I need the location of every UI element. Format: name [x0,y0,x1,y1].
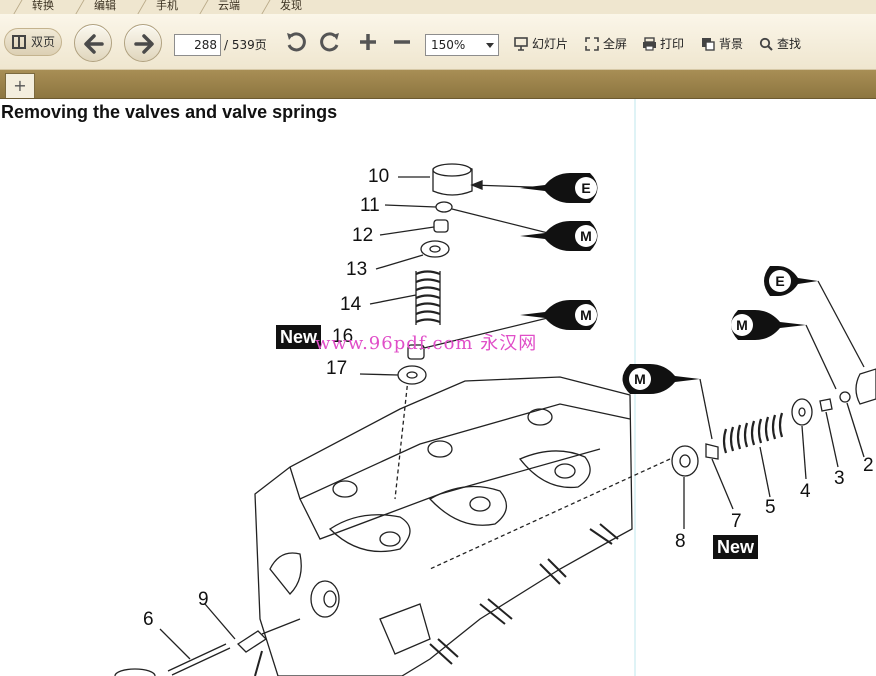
part-4-retainer [791,398,813,426]
dual-page-icon [12,35,26,49]
part-5-spring [722,412,784,454]
part-14-spring [415,270,441,325]
lube-symbol-m-3-label: M [634,371,646,387]
part-11-shim [435,201,453,213]
background-icon [702,38,715,51]
lube-symbol-m-1-label: M [580,228,592,244]
page-total: / 539页 [224,38,267,52]
toolbar: 双页 / 539页 150% 幻灯片 [0,14,876,70]
menu-tab-edit[interactable]: 编辑 [78,0,116,14]
part-6-valve [167,643,231,676]
callout-17: 17 [326,358,348,379]
printer-icon [643,37,656,51]
new-badge-7: New [713,535,759,559]
lube-symbol-e-right [764,266,818,296]
menu-tab-convert[interactable]: 转换 [16,0,54,14]
part-8-seat [671,445,699,477]
previous-page-button[interactable] [74,24,112,62]
rotate-right-icon[interactable] [318,30,342,54]
find-button[interactable]: 查找 [759,36,801,52]
part-9-guide [236,630,268,653]
callout-14: 14 [340,294,362,315]
dual-page-label: 双页 [31,35,56,49]
fullscreen-label: 全屏 [603,37,628,51]
next-page-button[interactable] [124,24,162,62]
part-2-shim [839,391,851,403]
callout-8: 8 [675,531,686,552]
slideshow-button[interactable]: 幻灯片 [514,36,568,52]
zoom-select[interactable]: 150% [425,34,499,56]
menu-tab-mobile[interactable]: 手机 [140,0,178,14]
menu-tab-discover[interactable]: 发现 [264,0,302,14]
menu-bar: 转换 编辑 手机 云端 发现 [0,0,876,14]
part-7-seal [705,443,719,460]
lube-symbol-e-right-label: E [775,273,784,289]
fullscreen-icon [585,37,599,51]
part-12-keepers [433,219,449,233]
part-1-tappet [855,368,876,405]
callout-7: 7 [731,511,742,532]
print-button[interactable]: 打印 [642,36,684,52]
callout-10: 10 [368,166,390,187]
lube-symbol-e-top-label: E [581,180,590,196]
lube-symbol-m-4-label: M [736,317,748,333]
arrow-right-icon [134,34,154,54]
part-3-keepers [819,398,833,412]
document-tab-strip: + [0,70,876,99]
callout-4: 4 [800,481,811,502]
zoom-value: 150% [431,38,466,52]
watermark: www.96pdf.com 永汉网 [315,333,538,354]
valve-exploded-diagram: E M M M E M [114,163,876,676]
cylinder-head-outline [254,376,633,676]
zoom-in-icon[interactable] [356,30,380,54]
part-17-seat [397,365,427,385]
callout-5: 5 [765,497,776,518]
callout-11: 11 [360,195,380,216]
arrow-left-icon [84,34,104,54]
callout-6: 6 [143,609,154,630]
print-label: 打印 [660,37,685,51]
lube-symbol-m-2-label: M [580,307,592,323]
chevron-down-icon [486,43,494,48]
find-label: 查找 [777,37,802,51]
document-page: Removing the valves and valve springs E … [0,99,876,676]
rotate-left-icon[interactable] [284,30,308,54]
callout-9: 9 [198,589,209,610]
search-icon [759,37,773,51]
dual-page-button[interactable]: 双页 [4,28,62,56]
part-13-retainer [420,240,450,258]
add-tab-button[interactable]: + [5,73,35,98]
zoom-out-icon[interactable] [390,30,414,54]
fullscreen-button[interactable]: 全屏 [585,36,627,52]
background-button[interactable]: 背景 [701,36,743,52]
callout-2: 2 [863,455,874,476]
callout-12: 12 [352,225,374,246]
page-number-input[interactable] [174,34,221,56]
background-label: 背景 [719,37,744,51]
slideshow-label: 幻灯片 [532,37,569,51]
slideshow-icon [514,37,528,51]
callout-13: 13 [346,259,368,280]
callout-3: 3 [834,468,845,489]
menu-tab-cloud[interactable]: 云端 [202,0,240,14]
